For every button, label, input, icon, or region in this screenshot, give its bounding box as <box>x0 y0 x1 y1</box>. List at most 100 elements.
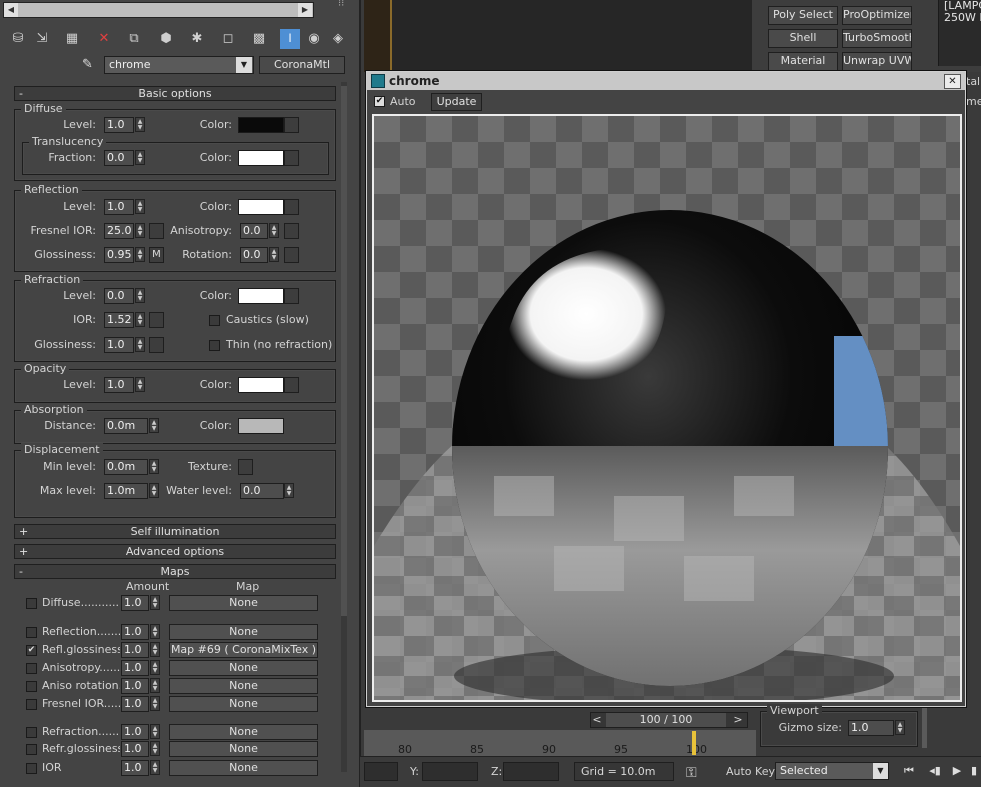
update-button[interactable]: Update <box>431 93 482 111</box>
key-icon[interactable]: ⚿ <box>686 764 710 782</box>
get-material-icon[interactable]: ⛁ <box>8 29 28 49</box>
map-slot-button[interactable]: None <box>169 624 318 640</box>
map-amount-spinner[interactable]: ▲ ▼ <box>150 724 160 739</box>
poly-select-button[interactable]: Poly Select <box>768 6 838 25</box>
translucency-map-slot[interactable] <box>284 150 299 166</box>
map-amount-spinner[interactable]: ▲ ▼ <box>150 642 160 657</box>
x-coordinate-field[interactable] <box>364 762 398 781</box>
water-level-input[interactable]: 0.0 <box>240 483 284 499</box>
reflection-glossiness-input[interactable]: 0.95 <box>104 247 134 263</box>
make-unique-icon[interactable]: ⧉ <box>124 29 144 49</box>
advanced-options-rollout[interactable]: + Advanced options <box>14 544 336 559</box>
close-icon[interactable]: ✕ <box>944 74 961 89</box>
put-to-library-icon[interactable]: ⬢ <box>156 29 176 49</box>
distance-input[interactable]: 0.0m <box>104 418 148 434</box>
reflection-map-slot[interactable] <box>284 199 299 215</box>
water-level-spinner[interactable]: ▲ ▼ <box>284 483 294 498</box>
assign-to-selection-icon[interactable]: ▦ <box>62 29 82 49</box>
pro-optimizer-button[interactable]: ProOptimizer <box>842 6 912 25</box>
map-amount-spinner[interactable]: ▲ ▼ <box>150 741 160 756</box>
map-amount-spinner[interactable]: ▲ ▼ <box>150 696 160 711</box>
reflection-color-swatch[interactable] <box>238 199 284 215</box>
fraction-spinner[interactable]: ▲ ▼ <box>135 150 145 165</box>
self-illumination-rollout[interactable]: + Self illumination <box>14 524 336 539</box>
ior-map-slot[interactable] <box>149 312 164 328</box>
min-level-input[interactable]: 0.0m <box>104 459 148 475</box>
show-map-icon[interactable]: ◻ <box>218 29 238 49</box>
go-to-parent-icon[interactable]: ◉ <box>304 29 324 49</box>
chevron-down-icon[interactable]: ▼ <box>236 57 252 73</box>
pick-material-eyedropper-icon[interactable]: ✎ <box>82 56 98 74</box>
go-forward-icon[interactable]: ◈ <box>328 29 348 49</box>
map-slot-button[interactable]: None <box>169 595 318 611</box>
opacity-color-swatch[interactable] <box>238 377 284 393</box>
previous-frame-icon[interactable]: ◂▮ <box>926 763 944 779</box>
material-name-field[interactable]: chrome <box>104 56 254 74</box>
map-amount-spinner[interactable]: ▲ ▼ <box>150 760 160 775</box>
unwrap-uvw-button[interactable]: Unwrap UVW <box>842 52 912 71</box>
material-type-button[interactable]: CoronaMtl <box>259 56 345 74</box>
map-enable-checkbox[interactable] <box>26 699 37 710</box>
shell-button[interactable]: Shell <box>768 29 838 48</box>
opacity-map-slot[interactable] <box>284 377 299 393</box>
turbo-smooth-button[interactable]: TurboSmooth <box>842 29 912 48</box>
material-effects-icon[interactable]: ✱ <box>187 29 207 49</box>
fresnel-ior-spinner[interactable]: ▲ ▼ <box>135 223 145 238</box>
rotation-spinner[interactable]: ▲ ▼ <box>269 247 279 262</box>
diffuse-color-swatch[interactable] <box>238 117 284 133</box>
refraction-color-swatch[interactable] <box>238 288 284 304</box>
maps-rollout[interactable]: - Maps <box>14 564 336 579</box>
gizmo-size-spinner[interactable]: ▲ ▼ <box>895 720 905 735</box>
opacity-level-spinner[interactable]: ▲ ▼ <box>135 377 145 392</box>
texture-map-slot[interactable] <box>238 459 253 475</box>
map-slot-button[interactable]: None <box>169 696 318 712</box>
anisotropy-spinner[interactable]: ▲ ▼ <box>269 223 279 238</box>
timeline-slider[interactable]: 100 / 100 <box>606 713 726 727</box>
reflection-level-input[interactable]: 1.0 <box>104 199 134 215</box>
anisotropy-input[interactable]: 0.0 <box>240 223 268 239</box>
sample-slots-scroll[interactable] <box>3 2 314 18</box>
opacity-level-input[interactable]: 1.0 <box>104 377 134 393</box>
distance-spinner[interactable]: ▲ ▼ <box>149 418 159 433</box>
map-amount-input[interactable]: 1.0 <box>121 595 149 611</box>
gizmo-size-input[interactable]: 1.0 <box>848 720 894 736</box>
max-level-spinner[interactable]: ▲ ▼ <box>149 483 159 498</box>
refraction-level-spinner[interactable]: ▲ ▼ <box>135 288 145 303</box>
map-slot-button[interactable]: None <box>169 741 318 757</box>
anisotropy-map-slot[interactable] <box>284 223 299 239</box>
refraction-level-input[interactable]: 0.0 <box>104 288 134 304</box>
play-icon[interactable]: ▶ <box>950 763 964 779</box>
diffuse-color-map-slot[interactable] <box>284 117 299 133</box>
ior-spinner[interactable]: ▲ ▼ <box>135 312 145 327</box>
rotation-input[interactable]: 0.0 <box>240 247 268 263</box>
y-coordinate-field[interactable] <box>422 762 478 781</box>
map-enable-checkbox[interactable] <box>26 627 37 638</box>
object-list[interactable]: [LAMPC 250W F <box>938 0 981 66</box>
refraction-glossiness-map-slot[interactable] <box>149 337 164 353</box>
z-coordinate-field[interactable] <box>503 762 559 781</box>
chevron-down-icon[interactable]: ▼ <box>873 763 888 779</box>
map-amount-spinner[interactable]: ▲ ▼ <box>150 595 160 610</box>
reflection-glossiness-spinner[interactable]: ▲ ▼ <box>135 247 145 262</box>
diffuse-level-input[interactable]: 1.0 <box>104 117 134 133</box>
background-icon[interactable]: ▩ <box>249 29 269 49</box>
put-to-scene-icon[interactable]: ⇲ <box>32 29 52 49</box>
ior-input[interactable]: 1.52 <box>104 312 134 328</box>
basic-options-rollout[interactable]: - Basic options <box>14 86 336 101</box>
thin-checkbox[interactable] <box>209 340 220 351</box>
auto-key-button[interactable]: Auto Key <box>726 764 775 780</box>
max-level-input[interactable]: 1.0m <box>104 483 148 499</box>
go-to-start-icon[interactable]: ⏮ <box>900 763 918 779</box>
caustics-checkbox[interactable] <box>209 315 220 326</box>
refraction-map-slot[interactable] <box>284 288 299 304</box>
map-enable-checkbox[interactable] <box>26 727 37 738</box>
map-enable-checkbox[interactable]: ✔ <box>26 645 37 656</box>
diffuse-level-spinner[interactable]: ▲ ▼ <box>135 117 145 132</box>
map-slot-button[interactable]: None <box>169 760 318 776</box>
map-amount-input[interactable]: 1.0 <box>121 624 149 640</box>
translucency-color-swatch[interactable] <box>238 150 284 166</box>
map-slot-button[interactable]: None <box>169 724 318 740</box>
next-frame-icon[interactable]: ▮ <box>968 763 980 779</box>
min-level-spinner[interactable]: ▲ ▼ <box>149 459 159 474</box>
scroll-right-arrow-icon[interactable]: ▶ <box>298 3 312 17</box>
